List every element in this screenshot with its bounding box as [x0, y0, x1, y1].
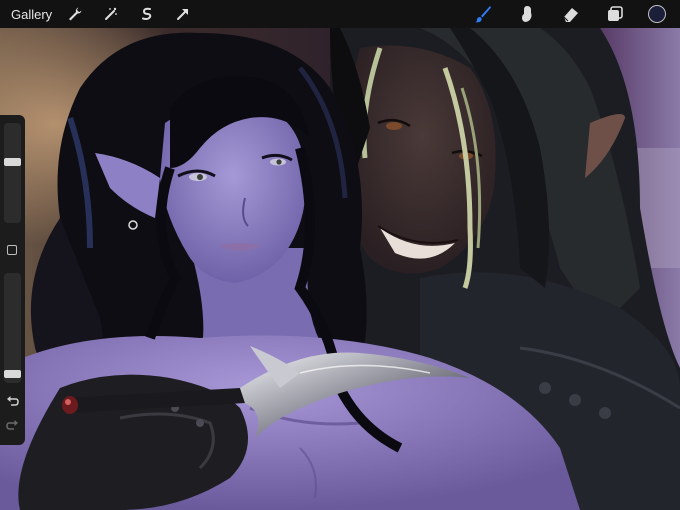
brush-size-thumb[interactable] [4, 157, 21, 166]
gallery-button[interactable]: Gallery [11, 7, 52, 22]
brush-size-slider[interactable] [4, 123, 21, 223]
top-toolbar: Gallery [0, 0, 680, 28]
selection-icon[interactable] [136, 3, 158, 25]
brush-opacity-slider[interactable] [4, 273, 21, 383]
drawing-canvas[interactable] [0, 28, 680, 510]
magic-wand-icon[interactable] [100, 3, 122, 25]
smudge-icon[interactable] [516, 3, 538, 25]
modify-square-icon[interactable] [7, 245, 17, 255]
color-picker-swatch[interactable] [648, 5, 666, 23]
eraser-icon[interactable] [560, 3, 582, 25]
undo-icon[interactable] [5, 393, 20, 408]
brush-icon[interactable] [472, 3, 494, 25]
brush-opacity-thumb[interactable] [4, 369, 21, 378]
artwork [0, 28, 680, 510]
layers-icon[interactable] [604, 3, 626, 25]
left-sidebar [0, 115, 25, 445]
redo-icon[interactable] [5, 417, 20, 432]
transform-arrow-icon[interactable] [172, 3, 194, 25]
wrench-icon[interactable] [64, 3, 86, 25]
